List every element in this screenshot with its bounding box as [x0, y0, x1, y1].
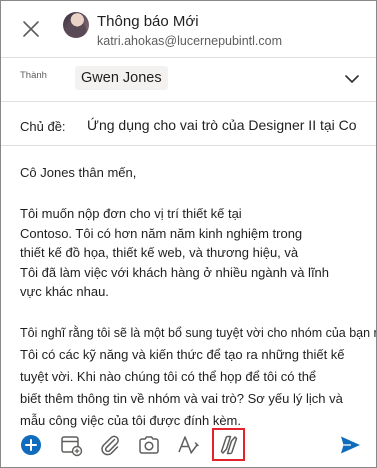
chevron-down-icon[interactable] [344, 72, 360, 84]
camera-icon[interactable] [137, 433, 161, 457]
copilot-icon[interactable] [217, 433, 241, 457]
compose-header: Thông báo Mới katri.ahokas@lucernepubint… [1, 1, 376, 57]
subject-input[interactable]: Ứng dụng cho vai trò của Designer II tại… [87, 117, 357, 133]
body-line: Tôi đã làm việc với khách hàng ở nhiều n… [20, 264, 330, 280]
format-text-icon[interactable] [176, 433, 200, 457]
avatar [63, 12, 89, 38]
body-line: Contoso. Tôi có hơn năm năm kinh nghiệm … [20, 225, 303, 241]
divider [1, 145, 376, 146]
calendar-add-icon[interactable] [59, 433, 83, 457]
sender-email[interactable]: katri.ahokas@lucernepubintl.com [97, 34, 282, 48]
body-line: tuyệt vời. Khi nào chúng tôi có thể họp … [20, 369, 317, 384]
body-line: thiết kế đồ họa, thiết kế web, và thương… [20, 245, 299, 260]
body-line: Tôi nghĩ rằng tôi sẽ là một bổ sung tuyệ… [20, 326, 377, 340]
to-label: Thành [20, 70, 47, 81]
recipient-chip[interactable]: Gwen Jones [75, 66, 168, 90]
body-line: Tôi muốn nộp đơn cho vị trí thiết kế tại [20, 206, 242, 221]
body-line: biết thêm thông tin về nhóm và vai trò? … [20, 391, 343, 406]
greeting-line: Cô Jones thân mến, [20, 165, 137, 180]
to-row: Thành Gwen Jones [1, 58, 376, 100]
body-line: vực khác nhau. [20, 284, 109, 299]
subject-row[interactable]: Chủ đề: Ứng dụng cho vai trò của Designe… [1, 101, 376, 145]
compose-title: Thông báo Mới [97, 13, 199, 30]
close-icon[interactable] [19, 17, 43, 41]
paragraph-1: Tôi muốn nộp đơn cho vị trí thiết kế tại… [20, 204, 329, 302]
paragraph-2: Tôi có các kỹ năng và kiến thức để tạo r… [20, 344, 345, 432]
compose-toolbar [1, 425, 376, 467]
send-icon[interactable] [338, 433, 362, 457]
attach-icon[interactable] [98, 433, 122, 457]
subject-label: Chủ đề: [20, 119, 66, 134]
body-line: Tôi có các kỹ năng và kiến thức để tạo r… [20, 347, 345, 362]
add-icon[interactable] [19, 433, 43, 457]
compose-window: Thông báo Mới katri.ahokas@lucernepubint… [0, 0, 377, 468]
